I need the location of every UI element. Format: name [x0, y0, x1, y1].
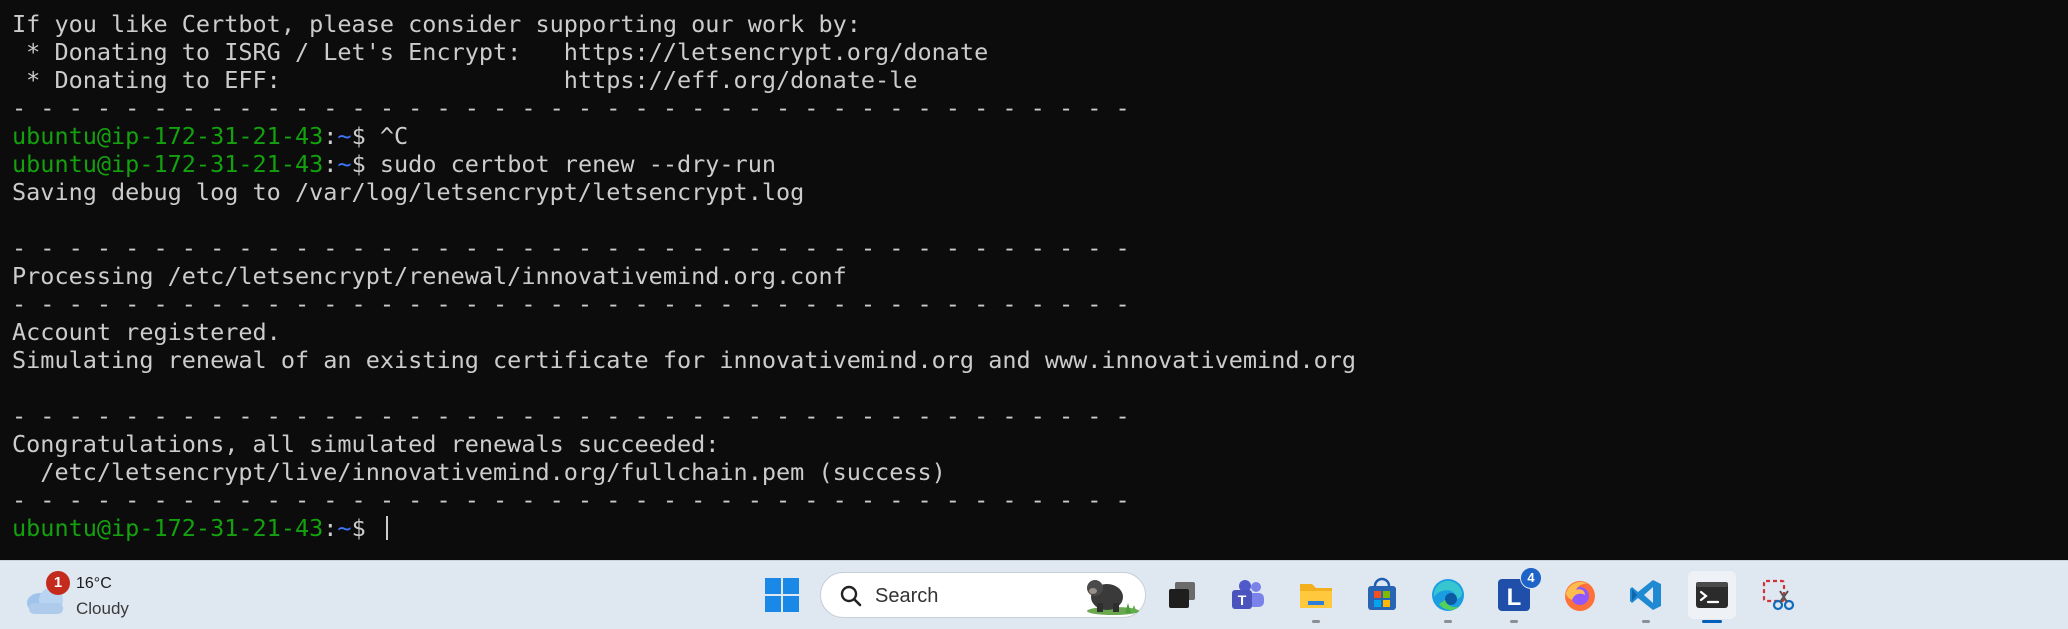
teams-icon: T: [1232, 580, 1264, 609]
terminal-prompt-line: ubuntu@ip-172-31-21-43:~$ sudo certbot r…: [12, 150, 1356, 178]
file-explorer-button[interactable]: [1292, 571, 1340, 623]
weather-temperature: 16°C: [76, 575, 112, 592]
prompt-path: ~: [337, 150, 352, 178]
prompt-sep: :: [323, 150, 338, 178]
terminal-prompt-line: ubuntu@ip-172-31-21-43:~$ ^C: [12, 122, 1356, 150]
prompt-symbol: $: [351, 122, 380, 150]
terminal-output-line: * Donating to EFF: https://eff.org/donat…: [12, 66, 918, 94]
terminal-output-line: Congratulations, all simulated renewals …: [12, 430, 720, 458]
terminal-output-line: - - - - - - - - - - - - - - - - - - - - …: [12, 0, 1356, 10]
terminal-window[interactable]: - - - - - - - - - - - - - - - - - - - - …: [0, 0, 2068, 560]
terminal-output-line: Account registered.: [12, 318, 281, 346]
weather-alert-badge: 1: [46, 571, 70, 595]
terminal-button[interactable]: [1688, 571, 1736, 623]
app-l-button[interactable]: L 4: [1490, 567, 1542, 623]
terminal-output-line: - - - - - - - - - - - - - - - - - - - - …: [12, 402, 1130, 430]
text-cursor: [385, 516, 388, 540]
prompt-sep: :: [323, 514, 338, 542]
prompt-user: ubuntu@ip-172-31-21-43: [12, 122, 324, 150]
task-view-icon: [1169, 582, 1195, 608]
snipping-tool-icon: [1762, 579, 1795, 611]
windows-logo-icon: [765, 578, 799, 612]
prompt-command: sudo certbot renew --dry-run: [379, 150, 777, 178]
search-icon: [840, 585, 862, 607]
terminal-output[interactable]: - - - - - - - - - - - - - - - - - - - - …: [12, 0, 1356, 542]
terminal-prompt-line: ubuntu@ip-172-31-21-43:~$: [12, 514, 1356, 542]
prompt-command: ^C: [379, 122, 409, 150]
search-highlight-gorilla-icon: [1087, 580, 1139, 615]
teams-button[interactable]: T: [1224, 571, 1272, 619]
terminal-output-line: Saving debug log to /var/log/letsencrypt…: [12, 178, 805, 206]
terminal-output-line: * Donating to ISRG / Let's Encrypt: http…: [12, 38, 989, 66]
terminal-output-line: - - - - - - - - - - - - - - - - - - - - …: [12, 290, 1130, 318]
terminal-output-line: Simulating renewal of an existing certif…: [12, 346, 1357, 374]
svg-text:L: L: [1507, 584, 1522, 611]
app-l-notification-badge: 4: [1520, 567, 1542, 589]
task-view-button[interactable]: [1158, 571, 1206, 619]
taskbar-search-box[interactable]: Search: [820, 572, 1146, 618]
start-button[interactable]: [758, 571, 806, 619]
edge-icon: [1432, 579, 1464, 611]
weather-widget[interactable]: 1 16°C Cloudy: [24, 569, 154, 621]
firefox-button[interactable]: [1556, 571, 1604, 619]
svg-text:T: T: [1238, 592, 1247, 608]
snipping-tool-button[interactable]: [1754, 571, 1802, 619]
weather-condition: Cloudy: [76, 599, 129, 618]
terminal-output-line: Processing /etc/letsencrypt/renewal/inno…: [12, 262, 847, 290]
prompt-path: ~: [337, 122, 352, 150]
store-icon: [1368, 577, 1396, 610]
taskbar: 1 16°C Cloudy Search T L 4: [0, 560, 2068, 629]
edge-button[interactable]: [1424, 571, 1472, 623]
prompt-sep: :: [323, 122, 338, 150]
folder-icon: [1300, 584, 1332, 608]
prompt-path: ~: [337, 514, 352, 542]
terminal-icon: [1696, 582, 1728, 608]
terminal-output-line: /etc/letsencrypt/live/innovativemind.org…: [12, 458, 946, 486]
vscode-icon: [1630, 580, 1661, 610]
prompt-user: ubuntu@ip-172-31-21-43: [12, 150, 324, 178]
terminal-output-line: - - - - - - - - - - - - - - - - - - - - …: [12, 94, 1130, 122]
firefox-icon: [1565, 581, 1595, 611]
vscode-button[interactable]: [1622, 571, 1670, 623]
prompt-symbol: $: [351, 514, 380, 542]
microsoft-store-button[interactable]: [1358, 571, 1406, 619]
terminal-output-line: - - - - - - - - - - - - - - - - - - - - …: [12, 234, 1130, 262]
prompt-user: ubuntu@ip-172-31-21-43: [12, 514, 324, 542]
prompt-symbol: $: [351, 150, 380, 178]
terminal-output-line: - - - - - - - - - - - - - - - - - - - - …: [12, 486, 1130, 514]
terminal-output-line: If you like Certbot, please consider sup…: [12, 10, 861, 38]
search-label: Search: [875, 585, 939, 607]
